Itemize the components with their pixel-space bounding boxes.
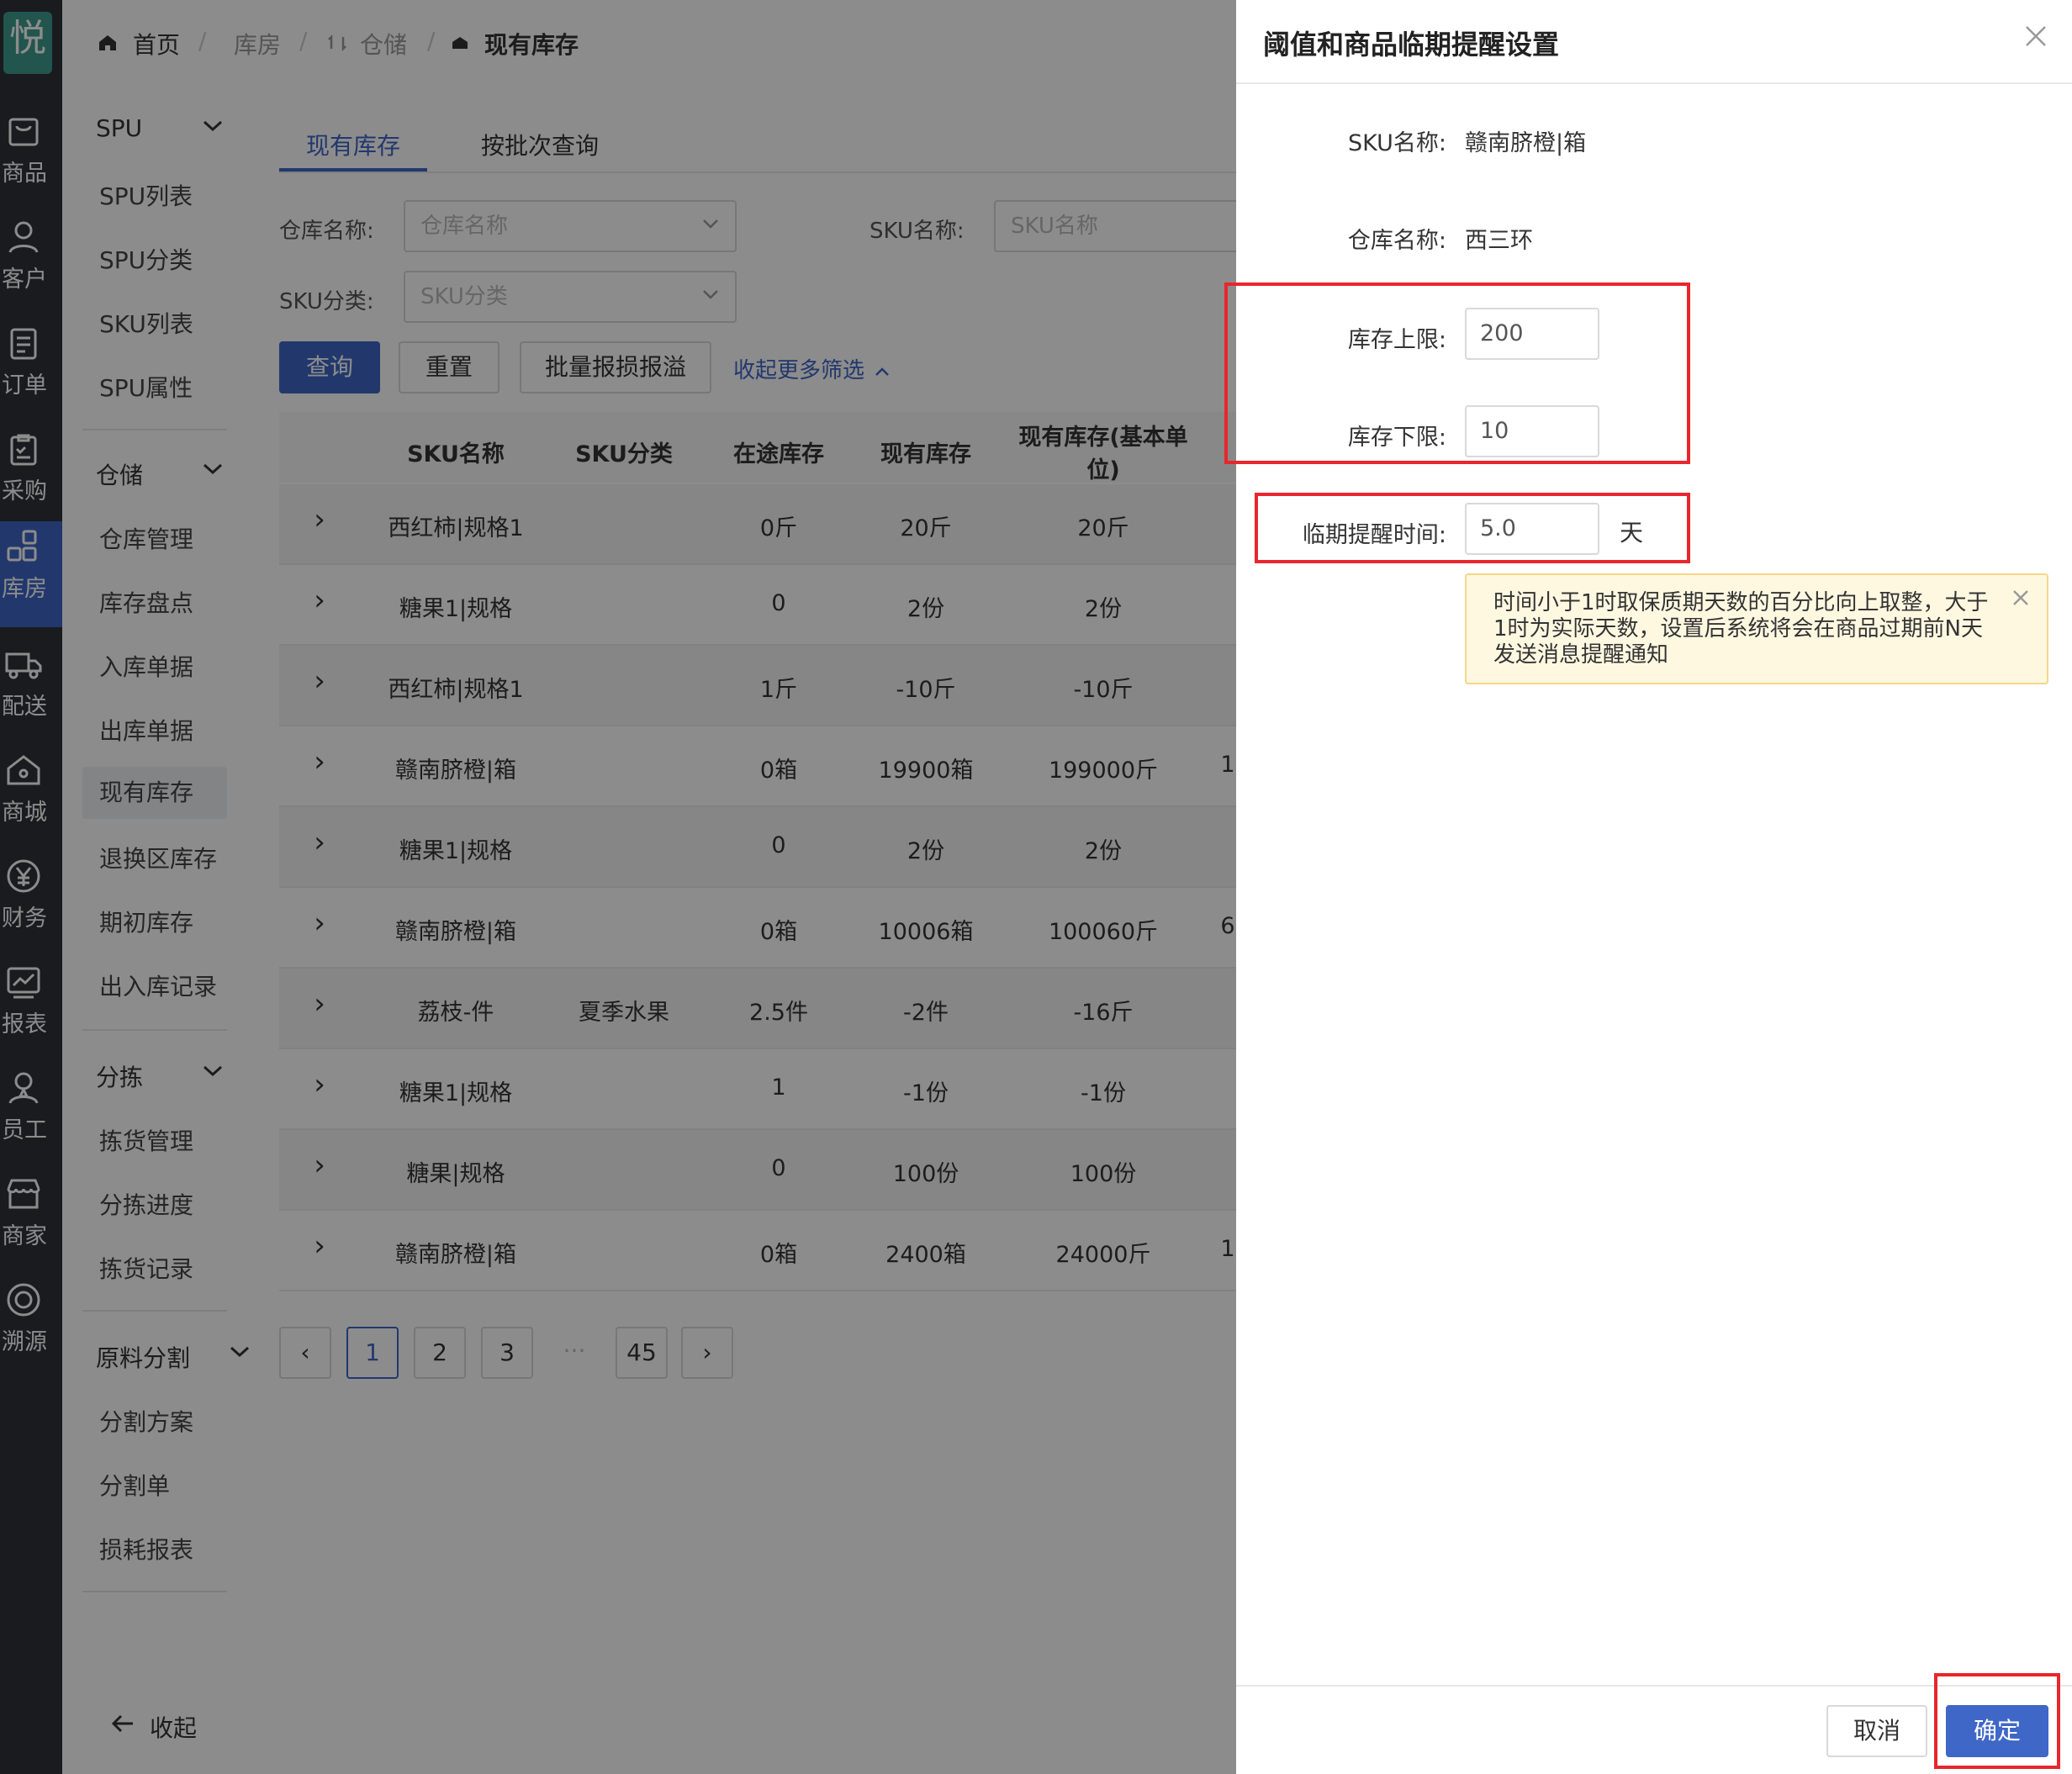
warehouse-name-value: 西三环 [1465, 228, 1533, 254]
drawer-title: 阈值和商品临期提醒设置 [1263, 29, 1560, 61]
expiry-unit-label: 天 [1620, 519, 1644, 546]
stock-lower-limit-label: 库存下限: [1347, 425, 1446, 451]
highlight-box-confirm [1934, 1673, 2060, 1769]
sku-name-label: SKU名称: [1348, 130, 1446, 156]
modal-overlay[interactable] [0, 0, 1236, 1774]
sku-name-value: 赣南脐橙|箱 [1465, 130, 1587, 156]
warehouse-name-label: 仓库名称: [1347, 228, 1446, 254]
expiry-reminder-input[interactable]: 5.0 [1465, 503, 1599, 555]
expiry-reminder-label: 临期提醒时间: [1302, 522, 1446, 548]
cancel-button[interactable]: 取消 [1826, 1705, 1927, 1757]
stock-upper-limit-label: 库存上限: [1347, 327, 1446, 353]
expiry-tip-alert: 时间小于1时取保质期天数的百分比向上取整，大于1时为实际天数，设置后系统将会在商… [1465, 573, 2048, 684]
drawer-header-divider [1236, 82, 2072, 84]
close-icon[interactable] [2011, 589, 2030, 607]
close-icon[interactable] [2023, 24, 2048, 49]
stock-lower-limit-input[interactable]: 10 [1465, 405, 1599, 457]
expiry-tip-text: 时间小于1时取保质期天数的百分比向上取整，大于1时为实际天数，设置后系统将会在商… [1493, 590, 1989, 668]
threshold-settings-drawer: 阈值和商品临期提醒设置 SKU名称: 赣南脐橙|箱 仓库名称: 西三环 库存上限… [1224, 0, 2072, 1774]
stock-upper-limit-input[interactable]: 200 [1465, 308, 1599, 360]
